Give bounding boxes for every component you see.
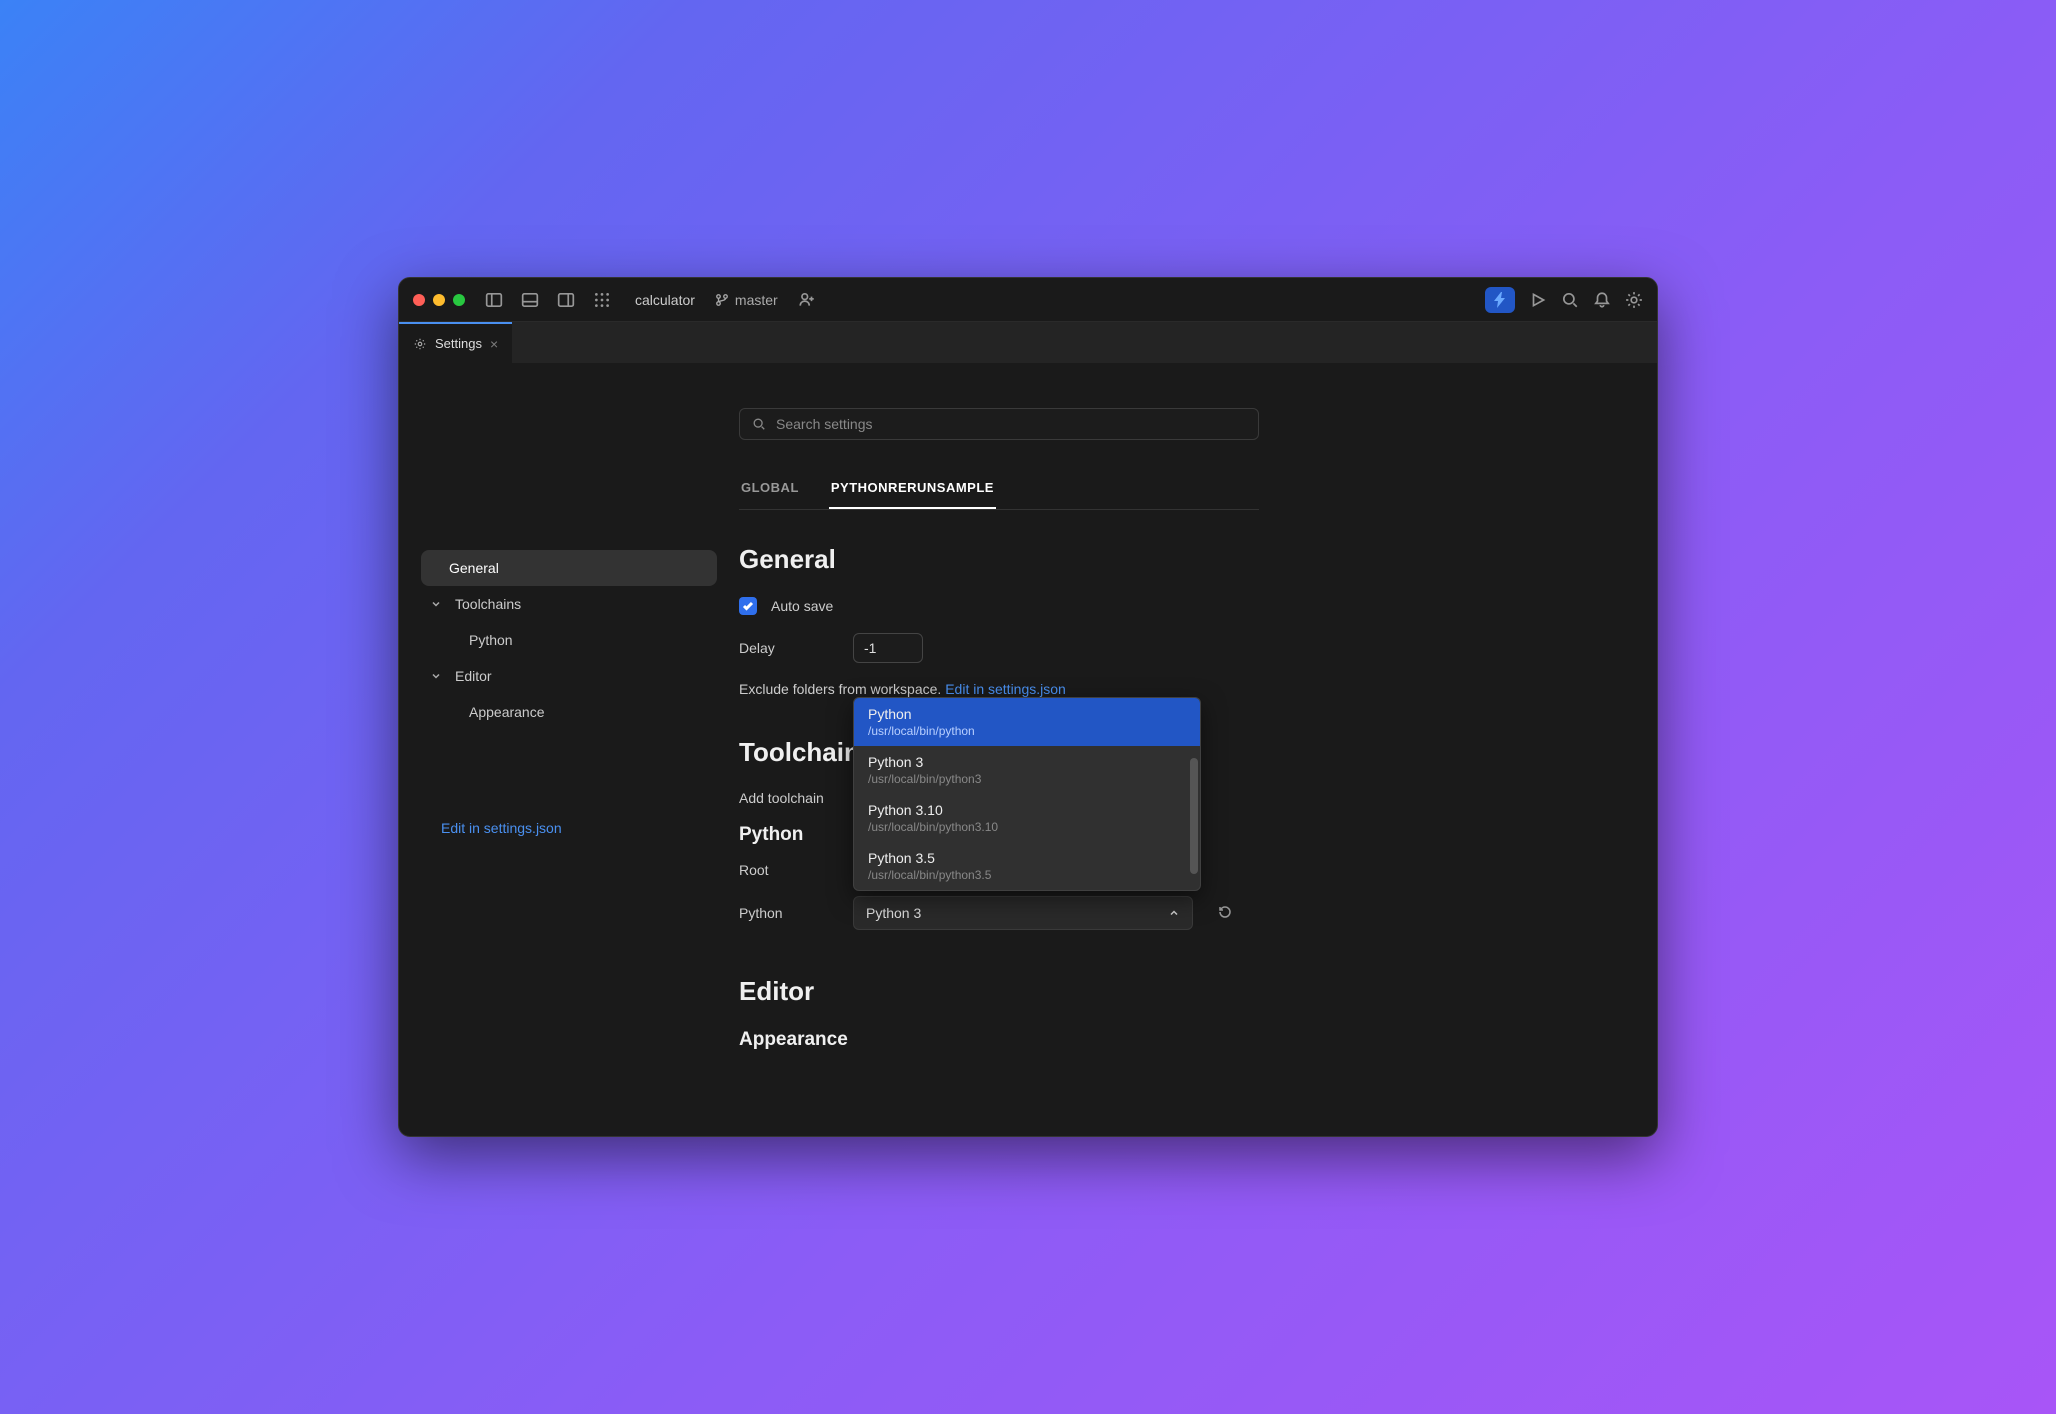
- search-icon[interactable]: [1561, 291, 1579, 309]
- project-name[interactable]: calculator: [635, 292, 695, 308]
- window-controls: [413, 294, 465, 306]
- app-window: calculator master: [398, 277, 1658, 1137]
- exclude-edit-link[interactable]: Edit in settings.json: [945, 681, 1066, 697]
- close-window-button[interactable]: [413, 294, 425, 306]
- add-user-icon[interactable]: [798, 291, 816, 309]
- gear-icon[interactable]: [1625, 291, 1643, 309]
- sidebar-item-editor[interactable]: Editor: [421, 658, 717, 694]
- exclude-description: Exclude folders from workspace. Edit in …: [739, 681, 1259, 697]
- chevron-up-icon: [1168, 907, 1180, 919]
- dropdown-item-python[interactable]: Python /usr/local/bin/python: [854, 698, 1200, 746]
- search-input[interactable]: [776, 416, 1246, 432]
- titlebar: calculator master: [399, 278, 1657, 322]
- general-heading: General: [739, 544, 1259, 575]
- delay-input[interactable]: [853, 633, 923, 663]
- appearance-heading: Appearance: [739, 1029, 1259, 1051]
- editor-heading: Editor: [739, 976, 1259, 1007]
- maximize-window-button[interactable]: [453, 294, 465, 306]
- branch-indicator[interactable]: master: [715, 292, 778, 308]
- dropdown-item-python35[interactable]: Python 3.5 /usr/local/bin/python3.5: [854, 842, 1200, 890]
- scope-tab-project[interactable]: PYTHONRERUNSAMPLE: [829, 480, 996, 509]
- right-panel-toggle-icon[interactable]: [557, 291, 575, 309]
- settings-main: GLOBAL PYTHONRERUNSAMPLE General Auto sa…: [739, 364, 1299, 1136]
- scope-tab-global[interactable]: GLOBAL: [739, 480, 801, 509]
- search-box[interactable]: [739, 408, 1259, 440]
- bell-icon[interactable]: [1593, 291, 1611, 309]
- bolt-button[interactable]: [1485, 287, 1515, 313]
- autosave-label: Auto save: [771, 598, 833, 614]
- delay-row: Delay: [739, 633, 1259, 663]
- edit-settings-json-link[interactable]: Edit in settings.json: [421, 820, 717, 836]
- scope-tabs: GLOBAL PYTHONRERUNSAMPLE: [739, 480, 1259, 510]
- tab-title: Settings: [435, 336, 482, 351]
- python-label: Python: [739, 905, 839, 921]
- autosave-checkbox[interactable]: [739, 597, 757, 615]
- search-icon: [752, 417, 766, 431]
- close-icon[interactable]: ×: [490, 336, 498, 352]
- dropdown-scrollbar[interactable]: [1190, 758, 1198, 874]
- titlebar-right-icons: [1485, 287, 1643, 313]
- minimize-window-button[interactable]: [433, 294, 445, 306]
- settings-sidebar: General Toolchains Python Editor Appeara…: [399, 364, 739, 1136]
- branch-name: master: [735, 292, 778, 308]
- sidebar-item-python[interactable]: Python: [421, 622, 717, 658]
- autosave-row: Auto save: [739, 597, 1259, 615]
- root-label: Root: [739, 862, 839, 878]
- delay-label: Delay: [739, 640, 839, 656]
- sidebar-item-appearance[interactable]: Appearance: [421, 694, 717, 730]
- play-icon[interactable]: [1529, 291, 1547, 309]
- sidebar-item-general[interactable]: General: [421, 550, 717, 586]
- dropdown-item-python310[interactable]: Python 3.10 /usr/local/bin/python3.10: [854, 794, 1200, 842]
- project-info: calculator master: [635, 291, 816, 309]
- left-panel-toggle-icon[interactable]: [485, 291, 503, 309]
- chevron-down-icon: [431, 671, 441, 681]
- python-dropdown: Python /usr/local/bin/python Python 3 /u…: [853, 697, 1201, 891]
- chevron-down-icon: [431, 599, 441, 609]
- python-select-row: Python Python /usr/local/bin/python Pyth…: [739, 896, 1259, 930]
- content-area: General Toolchains Python Editor Appeara…: [399, 364, 1657, 1136]
- sidebar-item-toolchains[interactable]: Toolchains: [421, 586, 717, 622]
- python-select[interactable]: Python 3: [853, 896, 1193, 930]
- panel-toggle-group: [485, 291, 611, 309]
- tab-settings[interactable]: Settings ×: [399, 322, 512, 363]
- apps-grid-icon[interactable]: [593, 291, 611, 309]
- revert-icon[interactable]: [1217, 904, 1233, 923]
- bottom-panel-toggle-icon[interactable]: [521, 291, 539, 309]
- editor-tabbar: Settings ×: [399, 322, 1657, 364]
- dropdown-item-python3[interactable]: Python 3 /usr/local/bin/python3: [854, 746, 1200, 794]
